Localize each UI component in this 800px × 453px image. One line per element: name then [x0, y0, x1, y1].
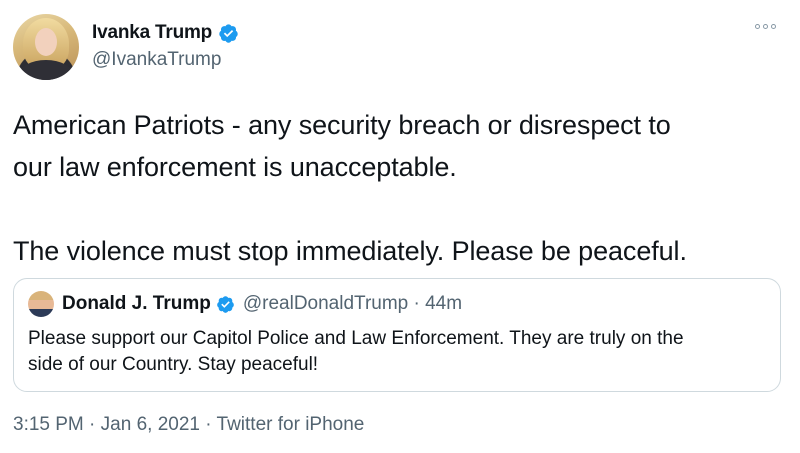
tweet-source[interactable]: Twitter for iPhone [217, 414, 365, 435]
quoted-author-handle: @realDonaldTrump · 44m [242, 293, 463, 314]
tweet-text: American Patriots - any security breach … [13, 104, 793, 272]
quoted-tweet-header: Donald J. Trump @realDonaldTrump · 44m [62, 293, 462, 315]
more-options-icon[interactable] [755, 24, 776, 29]
tweet-meta: 3:15 PM · Jan 6, 2021 · Twitter for iPho… [13, 414, 364, 436]
quoted-author-display-name: Donald J. Trump [62, 293, 211, 314]
quoted-text-line: Please support our Capitol Police and La… [28, 328, 684, 349]
meta-separator: · [83, 414, 101, 435]
tweet-date[interactable]: Jan 6, 2021 [101, 414, 200, 435]
author-display-name[interactable]: Ivanka Trump [92, 22, 212, 44]
tweet-time[interactable]: 3:15 PM [13, 414, 84, 435]
author-avatar[interactable] [13, 14, 79, 80]
quoted-tweet-text: Please support our Capitol Police and La… [28, 326, 768, 378]
more-dot [763, 24, 768, 29]
meta-separator: · [199, 414, 217, 435]
more-dot [771, 24, 776, 29]
verified-badge-icon [219, 23, 238, 43]
more-dot [755, 24, 760, 29]
tweet: Ivanka Trump @IvankaTrump American Patri… [0, 0, 800, 453]
verified-badge-icon [217, 295, 234, 313]
tweet-text-line: our law enforcement is unacceptable. [13, 152, 457, 182]
avatar-face [35, 28, 57, 56]
quoted-author-avatar [28, 291, 54, 317]
tweet-text-line: American Patriots - any security breach … [13, 110, 671, 140]
author-handle[interactable]: @IvankaTrump [92, 49, 221, 71]
tweet-text-line: The violence must stop immediately. Plea… [13, 236, 687, 266]
quoted-tweet[interactable]: Donald J. Trump @realDonaldTrump · 44m P… [13, 278, 781, 392]
author-name-row[interactable]: Ivanka Trump [92, 22, 239, 44]
quoted-text-line: side of our Country. Stay peaceful! [28, 354, 319, 375]
avatar-body [19, 60, 73, 80]
